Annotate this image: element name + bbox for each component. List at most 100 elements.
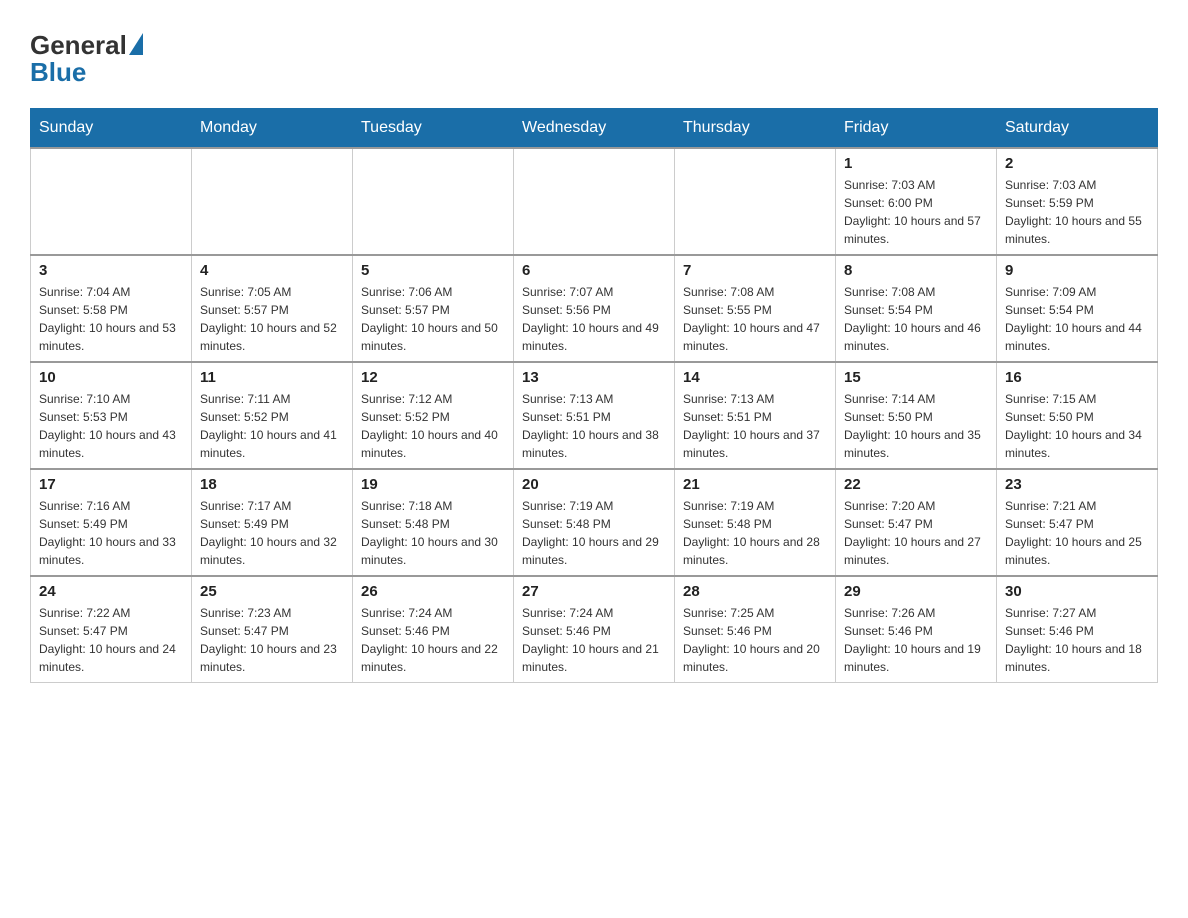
logo: General Blue <box>30 20 143 88</box>
day-info: Sunrise: 7:22 AMSunset: 5:47 PMDaylight:… <box>39 604 183 676</box>
day-info: Sunrise: 7:04 AMSunset: 5:58 PMDaylight:… <box>39 283 183 355</box>
table-row: 28 Sunrise: 7:25 AMSunset: 5:46 PMDayligh… <box>675 576 836 683</box>
table-row: 6 Sunrise: 7:07 AMSunset: 5:56 PMDaylight… <box>514 255 675 362</box>
day-number: 27 <box>522 583 666 600</box>
logo-triangle-icon <box>129 33 143 55</box>
table-row: 18 Sunrise: 7:17 AMSunset: 5:49 PMDayligh… <box>192 469 353 576</box>
logo-blue-text: Blue <box>30 57 86 88</box>
table-row <box>675 148 836 255</box>
table-row: 29Sunrise: 7:26 AMSunset: 5:46 PMDayligh… <box>836 576 997 683</box>
table-row: 25 Sunrise: 7:23 AMSunset: 5:47 PMDayligh… <box>192 576 353 683</box>
day-info: Sunrise: 7:10 AMSunset: 5:53 PMDaylight:… <box>39 390 183 462</box>
day-info: Sunrise: 7:17 AMSunset: 5:49 PMDaylight:… <box>200 497 344 569</box>
table-row: 23 Sunrise: 7:21 AMSunset: 5:47 PMDayligh… <box>997 469 1158 576</box>
day-number: 15 <box>844 369 988 386</box>
table-row: 14Sunrise: 7:13 AMSunset: 5:51 PMDayligh… <box>675 362 836 469</box>
day-info: Sunrise: 7:20 AMSunset: 5:47 PMDaylight:… <box>844 497 988 569</box>
table-row <box>514 148 675 255</box>
day-number: 29 <box>844 583 988 600</box>
day-number: 16 <box>1005 369 1149 386</box>
day-info: Sunrise: 7:16 AMSunset: 5:49 PMDaylight:… <box>39 497 183 569</box>
week-row-2: 3 Sunrise: 7:04 AMSunset: 5:58 PMDaylight… <box>31 255 1158 362</box>
table-row: 27 Sunrise: 7:24 AMSunset: 5:46 PMDayligh… <box>514 576 675 683</box>
table-row: 8 Sunrise: 7:08 AMSunset: 5:54 PMDaylight… <box>836 255 997 362</box>
day-info: Sunrise: 7:06 AMSunset: 5:57 PMDaylight:… <box>361 283 505 355</box>
week-row-1: 1 Sunrise: 7:03 AMSunset: 6:00 PMDaylight… <box>31 148 1158 255</box>
day-info: Sunrise: 7:03 AMSunset: 5:59 PMDaylight:… <box>1005 176 1149 248</box>
table-row: 30 Sunrise: 7:27 AMSunset: 5:46 PMDayligh… <box>997 576 1158 683</box>
table-row: 17 Sunrise: 7:16 AMSunset: 5:49 PMDayligh… <box>31 469 192 576</box>
day-number: 13 <box>522 369 666 386</box>
day-number: 14 <box>683 369 827 386</box>
day-number: 12 <box>361 369 505 386</box>
day-number: 28 <box>683 583 827 600</box>
day-number: 9 <box>1005 262 1149 279</box>
day-info: Sunrise: 7:09 AMSunset: 5:54 PMDaylight:… <box>1005 283 1149 355</box>
week-row-5: 24 Sunrise: 7:22 AMSunset: 5:47 PMDayligh… <box>31 576 1158 683</box>
day-info: Sunrise: 7:03 AMSunset: 6:00 PMDaylight:… <box>844 176 988 248</box>
table-row: 22 Sunrise: 7:20 AMSunset: 5:47 PMDayligh… <box>836 469 997 576</box>
week-row-3: 10 Sunrise: 7:10 AMSunset: 5:53 PMDayligh… <box>31 362 1158 469</box>
table-row: 4 Sunrise: 7:05 AMSunset: 5:57 PMDaylight… <box>192 255 353 362</box>
day-number: 18 <box>200 476 344 493</box>
day-number: 8 <box>844 262 988 279</box>
table-row: 9 Sunrise: 7:09 AMSunset: 5:54 PMDaylight… <box>997 255 1158 362</box>
day-info: Sunrise: 7:13 AMSunset: 5:51 PMDaylight:… <box>522 390 666 462</box>
day-number: 17 <box>39 476 183 493</box>
col-wednesday: Wednesday <box>514 109 675 149</box>
col-thursday: Thursday <box>675 109 836 149</box>
col-tuesday: Tuesday <box>353 109 514 149</box>
table-row: 15Sunrise: 7:14 AMSunset: 5:50 PMDayligh… <box>836 362 997 469</box>
table-row: 24 Sunrise: 7:22 AMSunset: 5:47 PMDayligh… <box>31 576 192 683</box>
table-row: 12Sunrise: 7:12 AMSunset: 5:52 PMDayligh… <box>353 362 514 469</box>
table-row: 11 Sunrise: 7:11 AMSunset: 5:52 PMDayligh… <box>192 362 353 469</box>
day-number: 30 <box>1005 583 1149 600</box>
table-row <box>192 148 353 255</box>
day-number: 21 <box>683 476 827 493</box>
day-number: 22 <box>844 476 988 493</box>
day-number: 19 <box>361 476 505 493</box>
day-info: Sunrise: 7:08 AMSunset: 5:55 PMDaylight:… <box>683 283 827 355</box>
day-info: Sunrise: 7:19 AMSunset: 5:48 PMDaylight:… <box>522 497 666 569</box>
header: General Blue <box>30 20 1158 88</box>
table-row: 21 Sunrise: 7:19 AMSunset: 5:48 PMDayligh… <box>675 469 836 576</box>
day-info: Sunrise: 7:11 AMSunset: 5:52 PMDaylight:… <box>200 390 344 462</box>
table-row: 7Sunrise: 7:08 AMSunset: 5:55 PMDaylight… <box>675 255 836 362</box>
day-number: 2 <box>1005 155 1149 172</box>
day-number: 10 <box>39 369 183 386</box>
day-info: Sunrise: 7:25 AMSunset: 5:46 PMDaylight:… <box>683 604 827 676</box>
table-row: 2 Sunrise: 7:03 AMSunset: 5:59 PMDaylight… <box>997 148 1158 255</box>
day-number: 1 <box>844 155 988 172</box>
day-info: Sunrise: 7:24 AMSunset: 5:46 PMDaylight:… <box>361 604 505 676</box>
table-row: 5 Sunrise: 7:06 AMSunset: 5:57 PMDaylight… <box>353 255 514 362</box>
day-number: 25 <box>200 583 344 600</box>
day-info: Sunrise: 7:08 AMSunset: 5:54 PMDaylight:… <box>844 283 988 355</box>
col-saturday: Saturday <box>997 109 1158 149</box>
day-number: 4 <box>200 262 344 279</box>
table-row: 16Sunrise: 7:15 AMSunset: 5:50 PMDayligh… <box>997 362 1158 469</box>
day-number: 23 <box>1005 476 1149 493</box>
day-info: Sunrise: 7:05 AMSunset: 5:57 PMDaylight:… <box>200 283 344 355</box>
table-row <box>353 148 514 255</box>
day-number: 6 <box>522 262 666 279</box>
day-info: Sunrise: 7:07 AMSunset: 5:56 PMDaylight:… <box>522 283 666 355</box>
table-row: 19Sunrise: 7:18 AMSunset: 5:48 PMDayligh… <box>353 469 514 576</box>
day-number: 5 <box>361 262 505 279</box>
day-number: 20 <box>522 476 666 493</box>
day-info: Sunrise: 7:23 AMSunset: 5:47 PMDaylight:… <box>200 604 344 676</box>
table-row: 26Sunrise: 7:24 AMSunset: 5:46 PMDayligh… <box>353 576 514 683</box>
day-number: 24 <box>39 583 183 600</box>
day-number: 3 <box>39 262 183 279</box>
day-info: Sunrise: 7:24 AMSunset: 5:46 PMDaylight:… <box>522 604 666 676</box>
col-monday: Monday <box>192 109 353 149</box>
day-info: Sunrise: 7:27 AMSunset: 5:46 PMDaylight:… <box>1005 604 1149 676</box>
col-friday: Friday <box>836 109 997 149</box>
day-number: 11 <box>200 369 344 386</box>
calendar-table: Sunday Monday Tuesday Wednesday Thursday… <box>30 108 1158 683</box>
table-row: 1 Sunrise: 7:03 AMSunset: 6:00 PMDaylight… <box>836 148 997 255</box>
col-sunday: Sunday <box>31 109 192 149</box>
table-row: 10 Sunrise: 7:10 AMSunset: 5:53 PMDayligh… <box>31 362 192 469</box>
day-info: Sunrise: 7:21 AMSunset: 5:47 PMDaylight:… <box>1005 497 1149 569</box>
table-row: 20 Sunrise: 7:19 AMSunset: 5:48 PMDayligh… <box>514 469 675 576</box>
day-info: Sunrise: 7:19 AMSunset: 5:48 PMDaylight:… <box>683 497 827 569</box>
